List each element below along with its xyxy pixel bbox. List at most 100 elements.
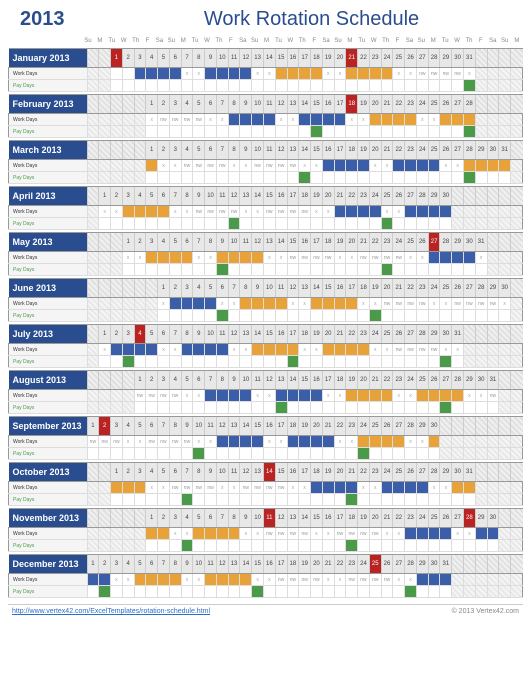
- work-day-cell: [346, 482, 358, 494]
- pay-day-cell: [428, 448, 440, 460]
- day-number-cell: 17: [275, 417, 287, 436]
- work-day-cell: [499, 68, 511, 80]
- work-day-cell: [487, 574, 499, 586]
- day-number-cell: 10: [205, 325, 217, 344]
- day-number-cell: [499, 509, 511, 528]
- work-day-cell: nw: [299, 528, 311, 540]
- work-day-cell: nw: [275, 206, 287, 218]
- pay-day-cell: [240, 218, 252, 230]
- day-number-cell: 24: [381, 463, 393, 482]
- day-number-cell: 8: [228, 509, 240, 528]
- pay-day-cell: [405, 586, 417, 598]
- work-day-cell: [334, 114, 346, 126]
- work-day-cell: [228, 574, 240, 586]
- pay-day-cell: [87, 172, 99, 184]
- day-number-cell: 28: [428, 463, 440, 482]
- day-number-cell: 13: [228, 417, 240, 436]
- day-number-cell: 20: [369, 509, 381, 528]
- day-number-cell: 25: [369, 417, 381, 436]
- work-day-cell: nw: [311, 252, 323, 264]
- pay-day-cell: [99, 80, 111, 92]
- day-number-cell: 11: [263, 95, 275, 114]
- work-day-cell: [287, 344, 299, 356]
- pay-day-cell: [181, 586, 193, 598]
- day-number-cell: 20: [369, 141, 381, 160]
- day-number-cell: 5: [193, 509, 205, 528]
- pay-day-cell: [111, 310, 123, 322]
- pay-day-cell: [393, 126, 405, 138]
- work-day-cell: x: [263, 574, 275, 586]
- pay-day-cell: [499, 448, 511, 460]
- work-day-cell: x: [311, 206, 323, 218]
- pay-day-cell: [334, 494, 346, 506]
- day-number-cell: 20: [334, 49, 346, 68]
- work-day-cell: [111, 482, 123, 494]
- work-day-cell: [158, 528, 170, 540]
- work-day-cell: [428, 436, 440, 448]
- work-day-cell: nw: [87, 436, 99, 448]
- pay-day-cell: [205, 218, 217, 230]
- day-number-cell: 31: [452, 325, 464, 344]
- work-day-cell: [440, 574, 452, 586]
- work-day-cell: [216, 68, 228, 80]
- day-number-cell: [475, 417, 487, 436]
- day-number-cell: 30: [440, 187, 452, 206]
- day-number-cell: 28: [464, 141, 476, 160]
- day-number-cell: 1: [146, 509, 158, 528]
- pay-day-cell: [287, 586, 299, 598]
- pay-day-cell: [134, 218, 146, 230]
- day-number-cell: [487, 417, 499, 436]
- pay-day-cell: [393, 218, 405, 230]
- work-day-cell: [393, 114, 405, 126]
- page-title: Work Rotation Schedule: [120, 8, 523, 31]
- work-day-cell: [216, 344, 228, 356]
- month-name: January 2013: [9, 49, 88, 68]
- work-day-cell: [275, 68, 287, 80]
- work-day-cell: [416, 528, 428, 540]
- pay-day-cell: [146, 218, 158, 230]
- work-day-cell: [228, 390, 240, 402]
- pay-day-cell: [346, 494, 358, 506]
- day-number-cell: 6: [181, 233, 193, 252]
- source-link[interactable]: http://www.vertex42.com/ExcelTemplates/r…: [12, 608, 210, 615]
- work-day-cell: nw: [287, 528, 299, 540]
- pay-day-cell: [146, 448, 158, 460]
- pay-day-cell: [87, 448, 99, 460]
- work-day-cell: [146, 68, 158, 80]
- pay-day-cell: [358, 494, 370, 506]
- day-number-cell: 3: [169, 95, 181, 114]
- work-day-cell: [111, 390, 123, 402]
- day-number-cell: 9: [240, 95, 252, 114]
- day-number-cell: 7: [216, 141, 228, 160]
- pay-day-cell: [499, 218, 511, 230]
- day-number-cell: 26: [381, 555, 393, 574]
- pay-day-cell: [193, 402, 205, 414]
- pay-day-cell: [369, 448, 381, 460]
- day-number-cell: 15: [252, 417, 264, 436]
- work-day-cell: nw: [240, 482, 252, 494]
- work-day-cell: x: [334, 436, 346, 448]
- work-day-cell: [464, 206, 476, 218]
- pay-day-cell: [393, 80, 405, 92]
- work-day-cell: [511, 114, 523, 126]
- work-day-cell: x: [464, 528, 476, 540]
- pay-day-cell: [440, 586, 452, 598]
- pay-day-cell: [240, 310, 252, 322]
- day-number-cell: 21: [358, 233, 370, 252]
- day-number-cell: 17: [287, 187, 299, 206]
- pay-day-cell: [146, 356, 158, 368]
- day-number-cell: 10: [216, 463, 228, 482]
- pay-day-cell: [487, 264, 499, 276]
- day-number-cell: 29: [440, 463, 452, 482]
- work-days-label: Work Days: [9, 68, 88, 80]
- work-day-cell: [405, 482, 417, 494]
- work-day-cell: [499, 574, 511, 586]
- work-day-cell: [452, 206, 464, 218]
- pay-day-cell: [99, 586, 111, 598]
- day-number-cell: 18: [311, 463, 323, 482]
- pay-day-cell: [452, 402, 464, 414]
- pay-day-cell: [205, 80, 217, 92]
- dow-cell: Su: [499, 35, 511, 46]
- day-number-cell: 6: [146, 417, 158, 436]
- work-day-cell: x: [381, 206, 393, 218]
